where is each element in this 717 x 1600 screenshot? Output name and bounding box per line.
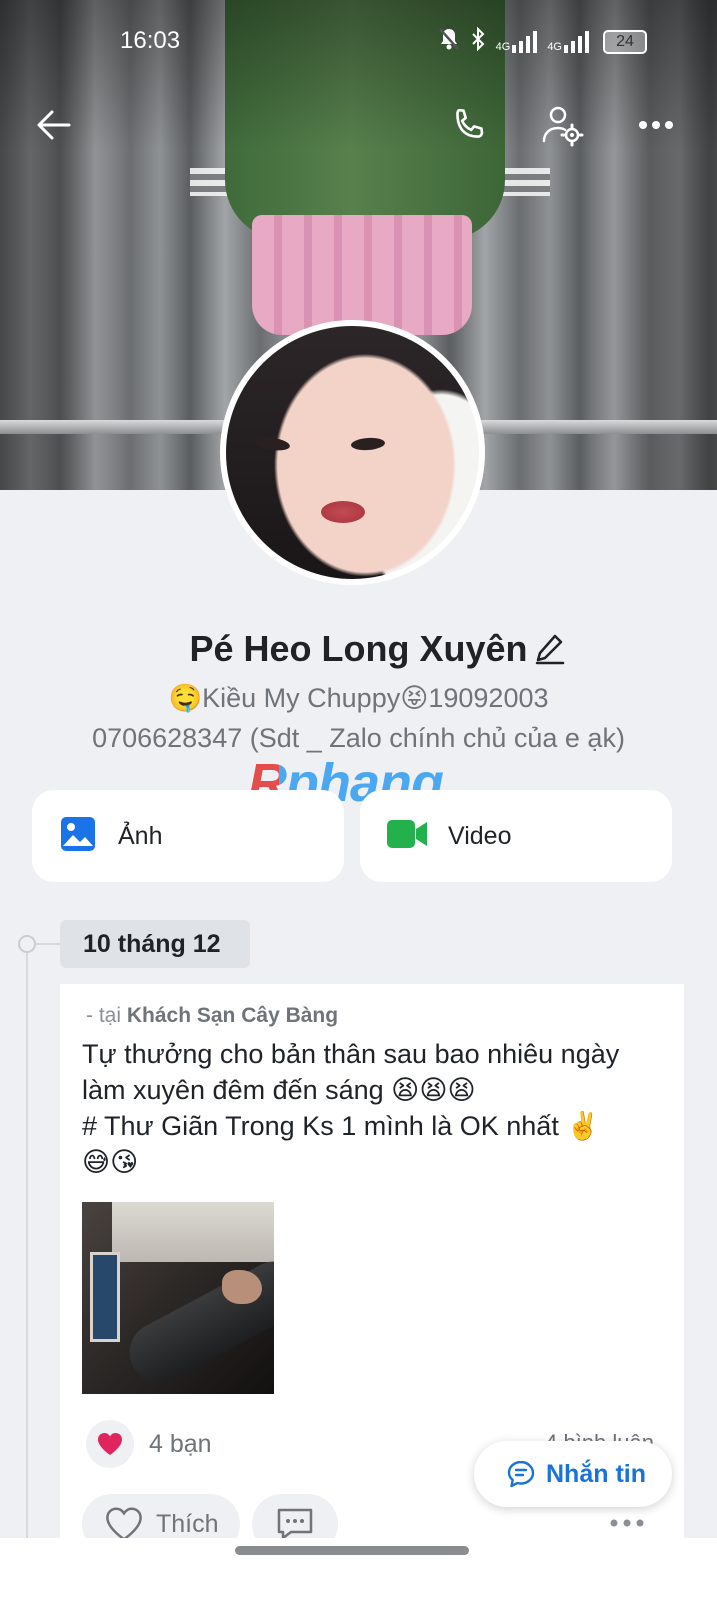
avatar-eye-left [255, 435, 291, 453]
message-label: Nhắn tin [546, 1459, 646, 1488]
phone-icon [456, 108, 484, 138]
timeline-dot [18, 935, 36, 953]
call-button[interactable] [444, 100, 494, 150]
profile-bio-line-2: 0706628347 (Sdt _ Zalo chính chủ của e ạ… [92, 723, 625, 753]
pencil-icon [535, 634, 565, 665]
photos-label: Ảnh [118, 821, 163, 850]
video-camera-icon [386, 817, 428, 856]
cover-shade [0, 0, 717, 150]
status-icons: 4G 4G [438, 26, 589, 57]
profile-bio-line-1: 🤤Kiều My Chuppy😝19092003 [168, 683, 549, 713]
post-more-button[interactable] [610, 1514, 644, 1532]
more-horizontal-icon [639, 121, 673, 129]
avatar-lips [321, 501, 365, 523]
signal-icon: 4G [496, 31, 538, 53]
post-text-line: làm xuyên đêm đến sáng 😫😫😫 [82, 1075, 476, 1105]
message-button[interactable]: Nhắn tin [474, 1441, 672, 1507]
video-label: Video [448, 821, 512, 850]
reaction-count: 4 bạn [149, 1429, 212, 1458]
arrow-left-icon [37, 110, 71, 140]
timeline-date-chip: 10 tháng 12 [60, 920, 250, 968]
profile-settings-button[interactable] [537, 100, 587, 150]
more-button[interactable] [631, 100, 681, 150]
video-card-button[interactable]: Video [360, 790, 672, 882]
user-gear-icon [542, 106, 584, 147]
edit-name-button[interactable] [535, 633, 565, 670]
timeline-tick [36, 943, 60, 945]
bluetooth-icon [470, 26, 486, 57]
post-text-line: 😅😘 [82, 1147, 139, 1177]
comment-icon [277, 1508, 313, 1540]
photo-foot [222, 1270, 262, 1304]
heart-outline-icon [106, 1507, 142, 1541]
post-text-line: # Thư Giãn Trong Ks 1 mình là OK nhất ✌️ [82, 1111, 600, 1141]
network-type: 4G [495, 41, 511, 53]
back-button[interactable] [29, 100, 79, 150]
battery-icon: 24 [603, 30, 647, 54]
like-label: Thích [156, 1509, 219, 1538]
post-location[interactable]: - tại Khách Sạn Cây Bàng [86, 1004, 338, 1028]
profile-name-row: Pé Heo Long Xuyên [0, 628, 717, 670]
signal-icon-2: 4G [547, 31, 589, 53]
avatar-eye-right [350, 436, 386, 452]
profile-avatar[interactable] [220, 320, 485, 585]
profile-name: Pé Heo Long Xuyên [189, 628, 528, 669]
reactions-summary[interactable]: 4 bạn [86, 1420, 212, 1468]
status-bar: 16:03 4G 4G 24 [0, 24, 717, 58]
photo-wall [112, 1202, 274, 1262]
mute-bell-icon [438, 27, 460, 57]
cover-figure-skirt [252, 215, 472, 335]
location-name[interactable]: Khách Sạn Cây Bàng [127, 1004, 338, 1027]
more-horizontal-icon [610, 1519, 644, 1527]
post-photo[interactable] [82, 1202, 274, 1394]
post-text: Tự thưởng cho bản thân sau bao nhiêu ngà… [82, 1036, 672, 1180]
image-icon [60, 816, 96, 857]
chat-bubble-icon [507, 1460, 535, 1488]
network-type-2: 4G [547, 41, 562, 53]
timeline-line [26, 944, 28, 1544]
heart-reaction-icon [86, 1420, 134, 1468]
location-prefix: - tại [86, 1004, 122, 1027]
home-indicator[interactable] [235, 1546, 469, 1555]
post-text-line: Tự thưởng cho bản thân sau bao nhiêu ngà… [82, 1039, 620, 1069]
status-time: 16:03 [120, 27, 181, 54]
photo-door [90, 1252, 120, 1342]
photos-card-button[interactable]: Ảnh [32, 790, 344, 882]
